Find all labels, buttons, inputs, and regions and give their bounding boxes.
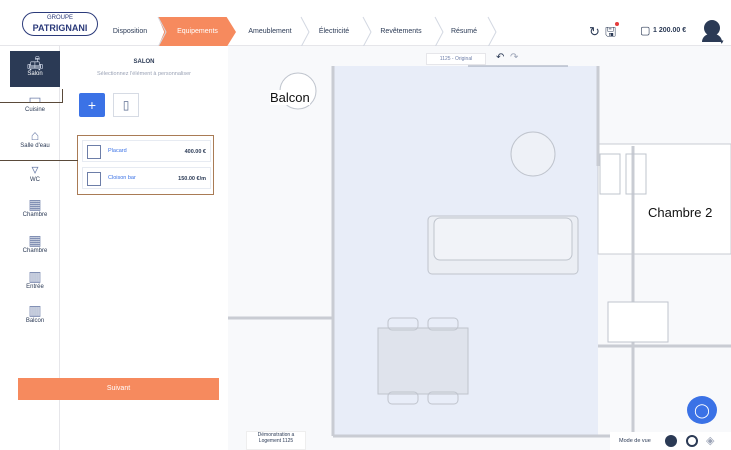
floor-plan-canvas[interactable]: 1125 - Original ↶ ↷ Balcon Chambre 2 [228, 46, 731, 450]
project-line-2: Logement 1125 [258, 438, 294, 444]
chat-button[interactable]: ◯ [687, 396, 717, 424]
sidebar-item-salle-deau[interactable]: ⌂ Salle d'eau [10, 127, 60, 149]
step-equipements[interactable]: Equipements [165, 17, 230, 47]
sidebar-item-chambre-2[interactable]: ▦ Chambre [10, 232, 60, 254]
step-resume[interactable]: Résumé [443, 17, 485, 47]
step-label: Revêtements [380, 28, 422, 35]
room-label-balcon: Balcon [270, 90, 310, 105]
callout-line [62, 89, 63, 103]
version-label: 1125 - Original [439, 56, 473, 62]
sidebar-item-label: Chambre [22, 212, 48, 218]
view-3d-icon[interactable] [686, 435, 698, 447]
chat-icon: ◯ [694, 402, 710, 418]
bedroom-2-floor [597, 143, 731, 255]
step-label: Résumé [450, 28, 478, 35]
step-disposition[interactable]: Disposition [105, 17, 155, 47]
view-2d-icon[interactable] [665, 435, 677, 447]
add-equipment-button[interactable]: + [79, 93, 105, 117]
door-icon: ▯ [122, 98, 130, 112]
toilet-icon: ▿ [31, 161, 39, 177]
callout-line [0, 102, 62, 103]
bathroom-icon: ⌂ [30, 127, 40, 143]
callout-line [0, 160, 78, 161]
version-chip[interactable]: 1125 - Original [426, 53, 486, 65]
sidebar-item-label: Chambre [22, 248, 48, 254]
sidebar-item-label: Cuisine [24, 107, 45, 113]
view-compass-icon[interactable]: ◈ [706, 434, 714, 447]
total-price: 1 200.00 € [653, 27, 687, 34]
balcony-icon: ▥ [28, 302, 42, 318]
panel-subtitle: Sélectionnez l'élément à personnaliser [97, 71, 191, 77]
entrance-icon: ▥ [28, 268, 42, 284]
step-revetements[interactable]: Revêtements [371, 17, 431, 47]
notification-dot [615, 22, 619, 26]
sidebar-item-label: Entrée [26, 284, 44, 290]
undo-icon[interactable]: ↶ [496, 52, 504, 63]
item-price: 150.00 €/m [178, 176, 206, 182]
equipment-list: Placard 400.00 € Cloison bar 150.00 €/m [77, 135, 214, 195]
next-button[interactable]: Suivant [18, 378, 219, 400]
partition-icon [87, 172, 101, 186]
list-item[interactable]: Placard 400.00 € [82, 140, 211, 162]
sidebar-item-label: Salle d'eau [20, 143, 50, 149]
bed-icon: ▦ [28, 232, 42, 248]
project-info: Démonstration a Logement 1125 [246, 431, 306, 450]
room-label-chambre-2: Chambre 2 [648, 205, 713, 220]
step-label: Ameublement [248, 28, 292, 35]
sidebar-item-chambre[interactable]: ▦ Chambre [10, 196, 60, 218]
wallet-icon: ▢ [640, 25, 651, 37]
sidebar-item-wc[interactable]: ▿ WC [10, 161, 60, 183]
step-label: Électricité [318, 28, 350, 35]
panel-title: SALON [133, 59, 155, 65]
bed-icon: ▦ [28, 196, 42, 212]
floor-plan [228, 46, 731, 450]
chevron-down-icon[interactable]: ▾ [720, 38, 724, 46]
dining-table [377, 327, 469, 395]
item-name: Placard [108, 148, 127, 154]
step-label: Equipements [177, 28, 218, 35]
refresh-icon[interactable]: ↻ [589, 24, 600, 40]
kitchen-icon: ▭ [28, 91, 42, 107]
round-table [510, 131, 556, 177]
sidebar-item-label: Balcon [25, 318, 45, 324]
sidebar-item-balcon[interactable]: ▥ Balcon [10, 302, 60, 324]
sidebar-item-label: Salon [27, 71, 43, 77]
list-item[interactable]: Cloison bar 150.00 €/m [82, 167, 211, 189]
door-button[interactable]: ▯ [113, 93, 139, 117]
company-logo[interactable]: GROUPE PATRIGNANI [22, 12, 98, 36]
sofa-seat [433, 217, 573, 261]
step-ameublement[interactable]: Ameublement [240, 17, 300, 47]
logo-main-text: PATRIGNANI [32, 23, 88, 33]
step-label: Disposition [112, 28, 148, 35]
cupboard-icon [87, 145, 101, 159]
logo-top-text: GROUPE [46, 15, 73, 21]
sofa-icon: 🛋 [26, 55, 44, 71]
step-electricite[interactable]: Électricité [309, 17, 359, 47]
item-price: 400.00 € [184, 149, 206, 155]
user-avatar-body [702, 34, 722, 42]
item-name: Cloison bar [108, 175, 136, 181]
view-mode-label: Mode de vue [619, 438, 651, 444]
save-icon[interactable]: 🖫 [605, 23, 616, 45]
redo-icon[interactable]: ↷ [510, 52, 518, 63]
sidebar-item-salon[interactable]: 🛋 Salon [10, 51, 60, 87]
view-mode-bar: Mode de vue ◈ [610, 432, 731, 450]
sidebar-item-label: WC [30, 177, 40, 183]
sidebar-item-entree[interactable]: ▥ Entrée [10, 268, 60, 290]
bathroom-unit [607, 301, 669, 343]
